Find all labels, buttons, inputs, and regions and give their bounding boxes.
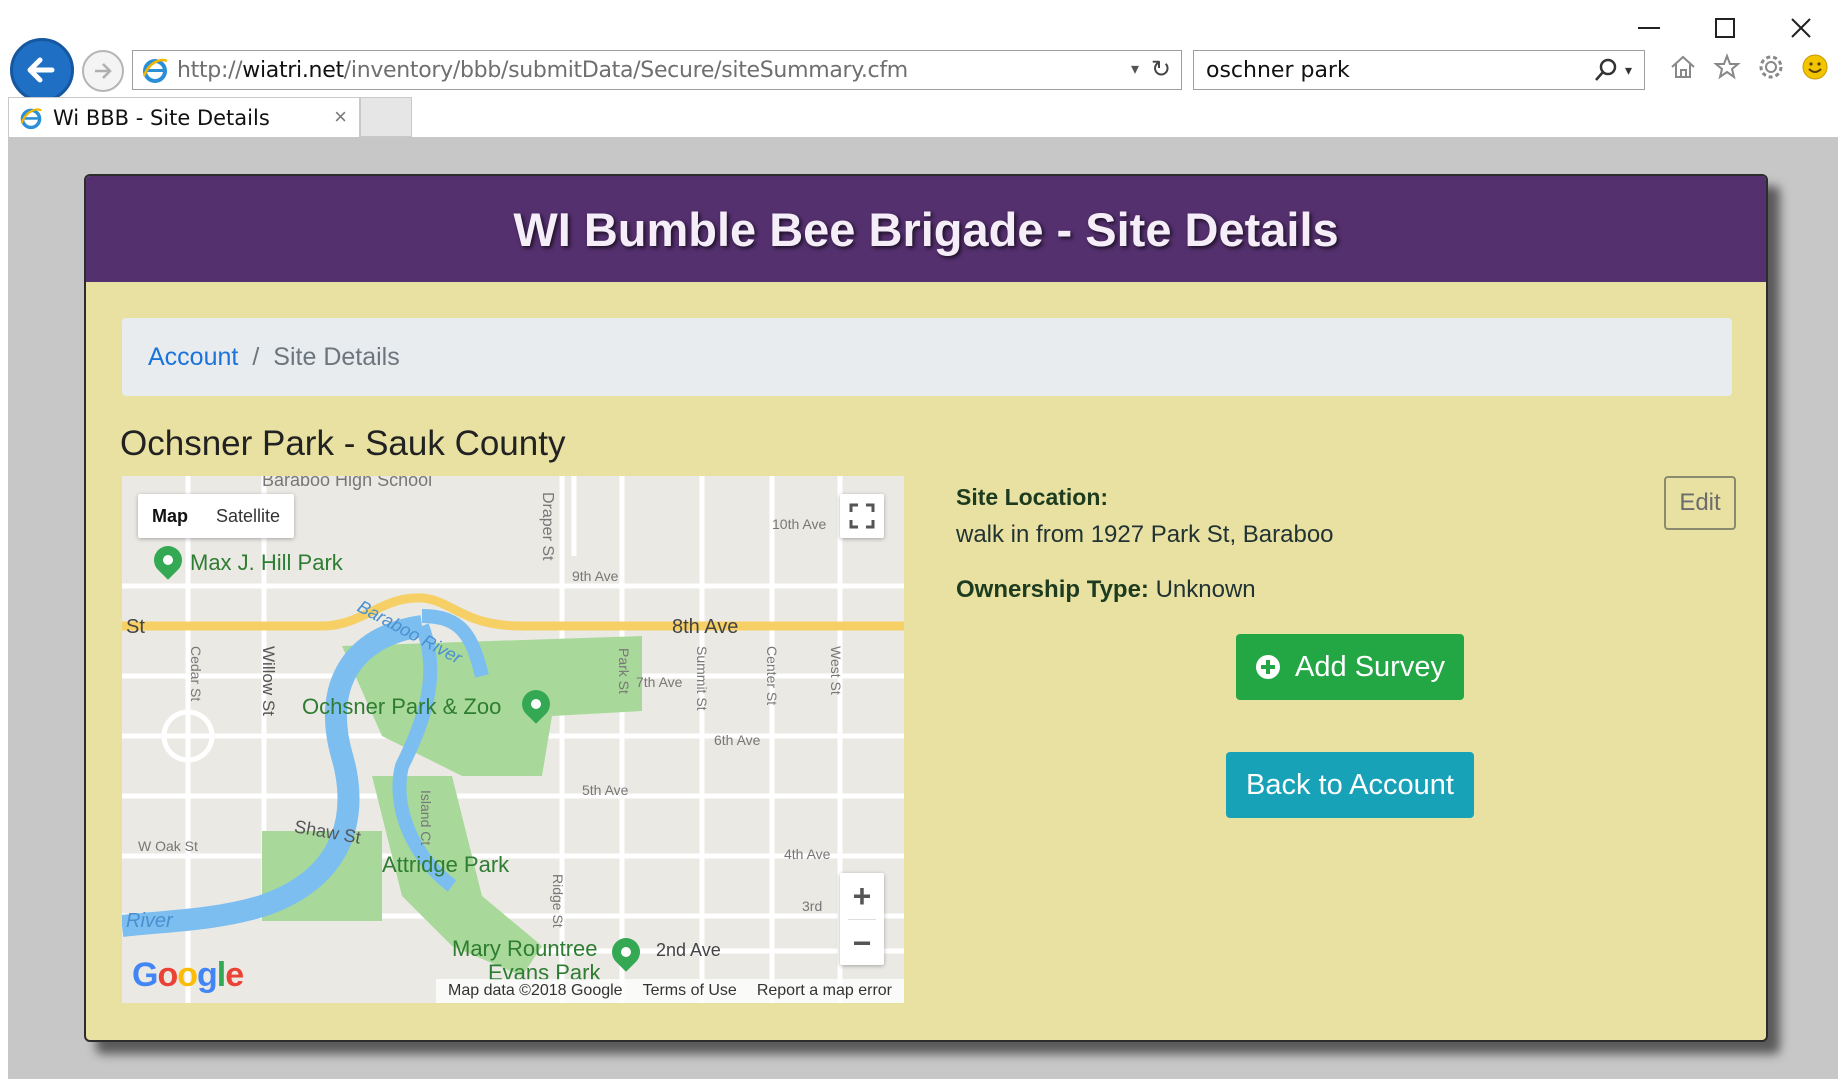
new-tab-button[interactable]	[360, 97, 412, 137]
street-island: Island Ct	[418, 790, 434, 846]
breadcrumb-current: Site Details	[273, 342, 400, 371]
settings-gear-icon[interactable]	[1756, 52, 1786, 82]
street-3rd: 3rd	[802, 898, 823, 914]
street-6th-ave: 6th Ave	[714, 732, 761, 748]
zoom-in-button[interactable]: +	[840, 873, 884, 919]
street-west: West St	[828, 646, 844, 695]
zoom-out-button[interactable]: −	[840, 920, 884, 966]
map-label-attridge[interactable]: Attridge Park	[382, 852, 509, 878]
street-5th-ave: 5th Ave	[582, 782, 629, 798]
street-2nd-ave: 2nd Ave	[656, 940, 721, 960]
url-prefix: http://	[177, 57, 243, 83]
map-terms-link[interactable]: Terms of Use	[643, 982, 737, 1000]
tab-site-details[interactable]: Wi BBB - Site Details ×	[8, 97, 360, 137]
back-button[interactable]	[10, 38, 74, 102]
fullscreen-icon	[849, 503, 875, 529]
site-location-label: Site Location:	[956, 484, 1109, 510]
url-text: http://wiatri.net/inventory/bbb/submitDa…	[177, 58, 908, 83]
close-window-icon[interactable]	[1783, 10, 1819, 46]
street-center: Center St	[764, 646, 780, 706]
fullscreen-button[interactable]	[840, 494, 884, 538]
window-controls	[1631, 10, 1819, 46]
url-domain: wiatri.net	[242, 57, 344, 83]
ie-icon	[142, 58, 168, 83]
address-bar[interactable]: http://wiatri.net/inventory/bbb/submitDa…	[132, 50, 1182, 90]
street-st: St	[126, 616, 145, 638]
street-cedar: Cedar St	[188, 646, 204, 702]
site-details-card: WI Bumble Bee Brigade - Site Details Acc…	[84, 174, 1768, 1042]
search-icon[interactable]	[1593, 57, 1619, 83]
map-footer: Map data ©2018 Google Terms of Use Repor…	[436, 979, 904, 1003]
refresh-icon[interactable]: ↻	[1151, 55, 1171, 84]
street-4th-ave: 4th Ave	[784, 846, 831, 862]
map-type-map-button[interactable]: Map	[138, 494, 202, 538]
breadcrumb-account-link[interactable]: Account	[148, 343, 238, 372]
ownership-line: Ownership Type: Unknown	[956, 576, 1256, 604]
page-title: WI Bumble Bee Brigade - Site Details	[513, 202, 1339, 256]
search-bar[interactable]: oschner park ▾	[1193, 50, 1645, 90]
site-title: Ochsner Park - Sauk County	[120, 424, 566, 463]
breadcrumb: Account / Site Details	[122, 318, 1732, 396]
arrow-left-icon	[27, 57, 55, 83]
url-path: /inventory/bbb/submitData/Secure/siteSum…	[343, 57, 908, 83]
map-type-satellite-button[interactable]: Satellite	[202, 494, 294, 538]
map-label-ochsner-zoo[interactable]: Ochsner Park & Zoo	[302, 694, 501, 720]
street-10th-ave: 10th Ave	[772, 516, 827, 532]
label-high-school: Baraboo High School	[262, 476, 433, 490]
site-map[interactable]: Max J. Hill Park Ochsner Park & Zoo Attr…	[122, 476, 904, 1003]
home-icon[interactable]	[1668, 52, 1698, 82]
favorites-star-icon[interactable]	[1712, 52, 1742, 82]
street-summit: Summit St	[694, 646, 710, 711]
forward-button[interactable]	[82, 50, 124, 92]
ie-tab-icon	[20, 107, 42, 129]
site-location-value: walk in from 1927 Park St, Baraboo	[956, 521, 1334, 548]
edit-button[interactable]: Edit	[1664, 476, 1736, 530]
street-ridge: Ridge St	[550, 874, 566, 928]
street-park: Park St	[616, 648, 632, 694]
ownership-value: Unknown	[1155, 576, 1256, 603]
plus-circle-icon	[1256, 655, 1281, 679]
map-label-mary-rountree[interactable]: Mary Rountree	[452, 936, 598, 962]
street-9th-ave: 9th Ave	[572, 568, 619, 584]
add-survey-button[interactable]: Add Survey	[1236, 634, 1464, 700]
add-survey-label: Add Survey	[1295, 650, 1445, 683]
url-dropdown-icon[interactable]: ▾	[1131, 59, 1139, 79]
tab-title: Wi BBB - Site Details	[53, 105, 270, 130]
ownership-label: Ownership Type:	[956, 576, 1149, 603]
street-draper: Draper St	[539, 492, 556, 561]
street-willow: Willow St	[259, 646, 278, 716]
card-header: WI Bumble Bee Brigade - Site Details	[86, 176, 1766, 282]
street-7th-ave: 7th Ave	[636, 674, 683, 690]
map-label-max-hill[interactable]: Max J. Hill Park	[190, 550, 343, 576]
google-logo[interactable]: Google	[132, 956, 244, 995]
back-to-account-button[interactable]: Back to Account	[1226, 752, 1474, 818]
map-report-link[interactable]: Report a map error	[757, 982, 892, 1000]
search-input[interactable]: oschner park	[1206, 58, 1350, 83]
zoom-control: + −	[840, 873, 884, 965]
map-type-control: Map Satellite	[138, 494, 295, 538]
street-w-oak: W Oak St	[138, 838, 198, 854]
tab-close-icon[interactable]: ×	[334, 104, 347, 130]
arrow-right-icon	[95, 63, 112, 79]
page-viewport: WI Bumble Bee Brigade - Site Details Acc…	[8, 137, 1838, 1079]
search-dropdown-icon[interactable]: ▾	[1625, 62, 1632, 79]
minimize-icon[interactable]	[1631, 10, 1667, 46]
smiley-feedback-icon[interactable]	[1800, 52, 1830, 82]
breadcrumb-separator: /	[252, 342, 260, 371]
tab-strip: Wi BBB - Site Details ×	[8, 97, 1838, 137]
map-label-river: River	[126, 910, 173, 932]
map-attribution: Map data ©2018 Google	[448, 982, 623, 999]
maximize-icon[interactable]	[1707, 10, 1743, 46]
street-8th-ave: 8th Ave	[672, 616, 739, 638]
toolbar-icons	[1668, 52, 1830, 82]
